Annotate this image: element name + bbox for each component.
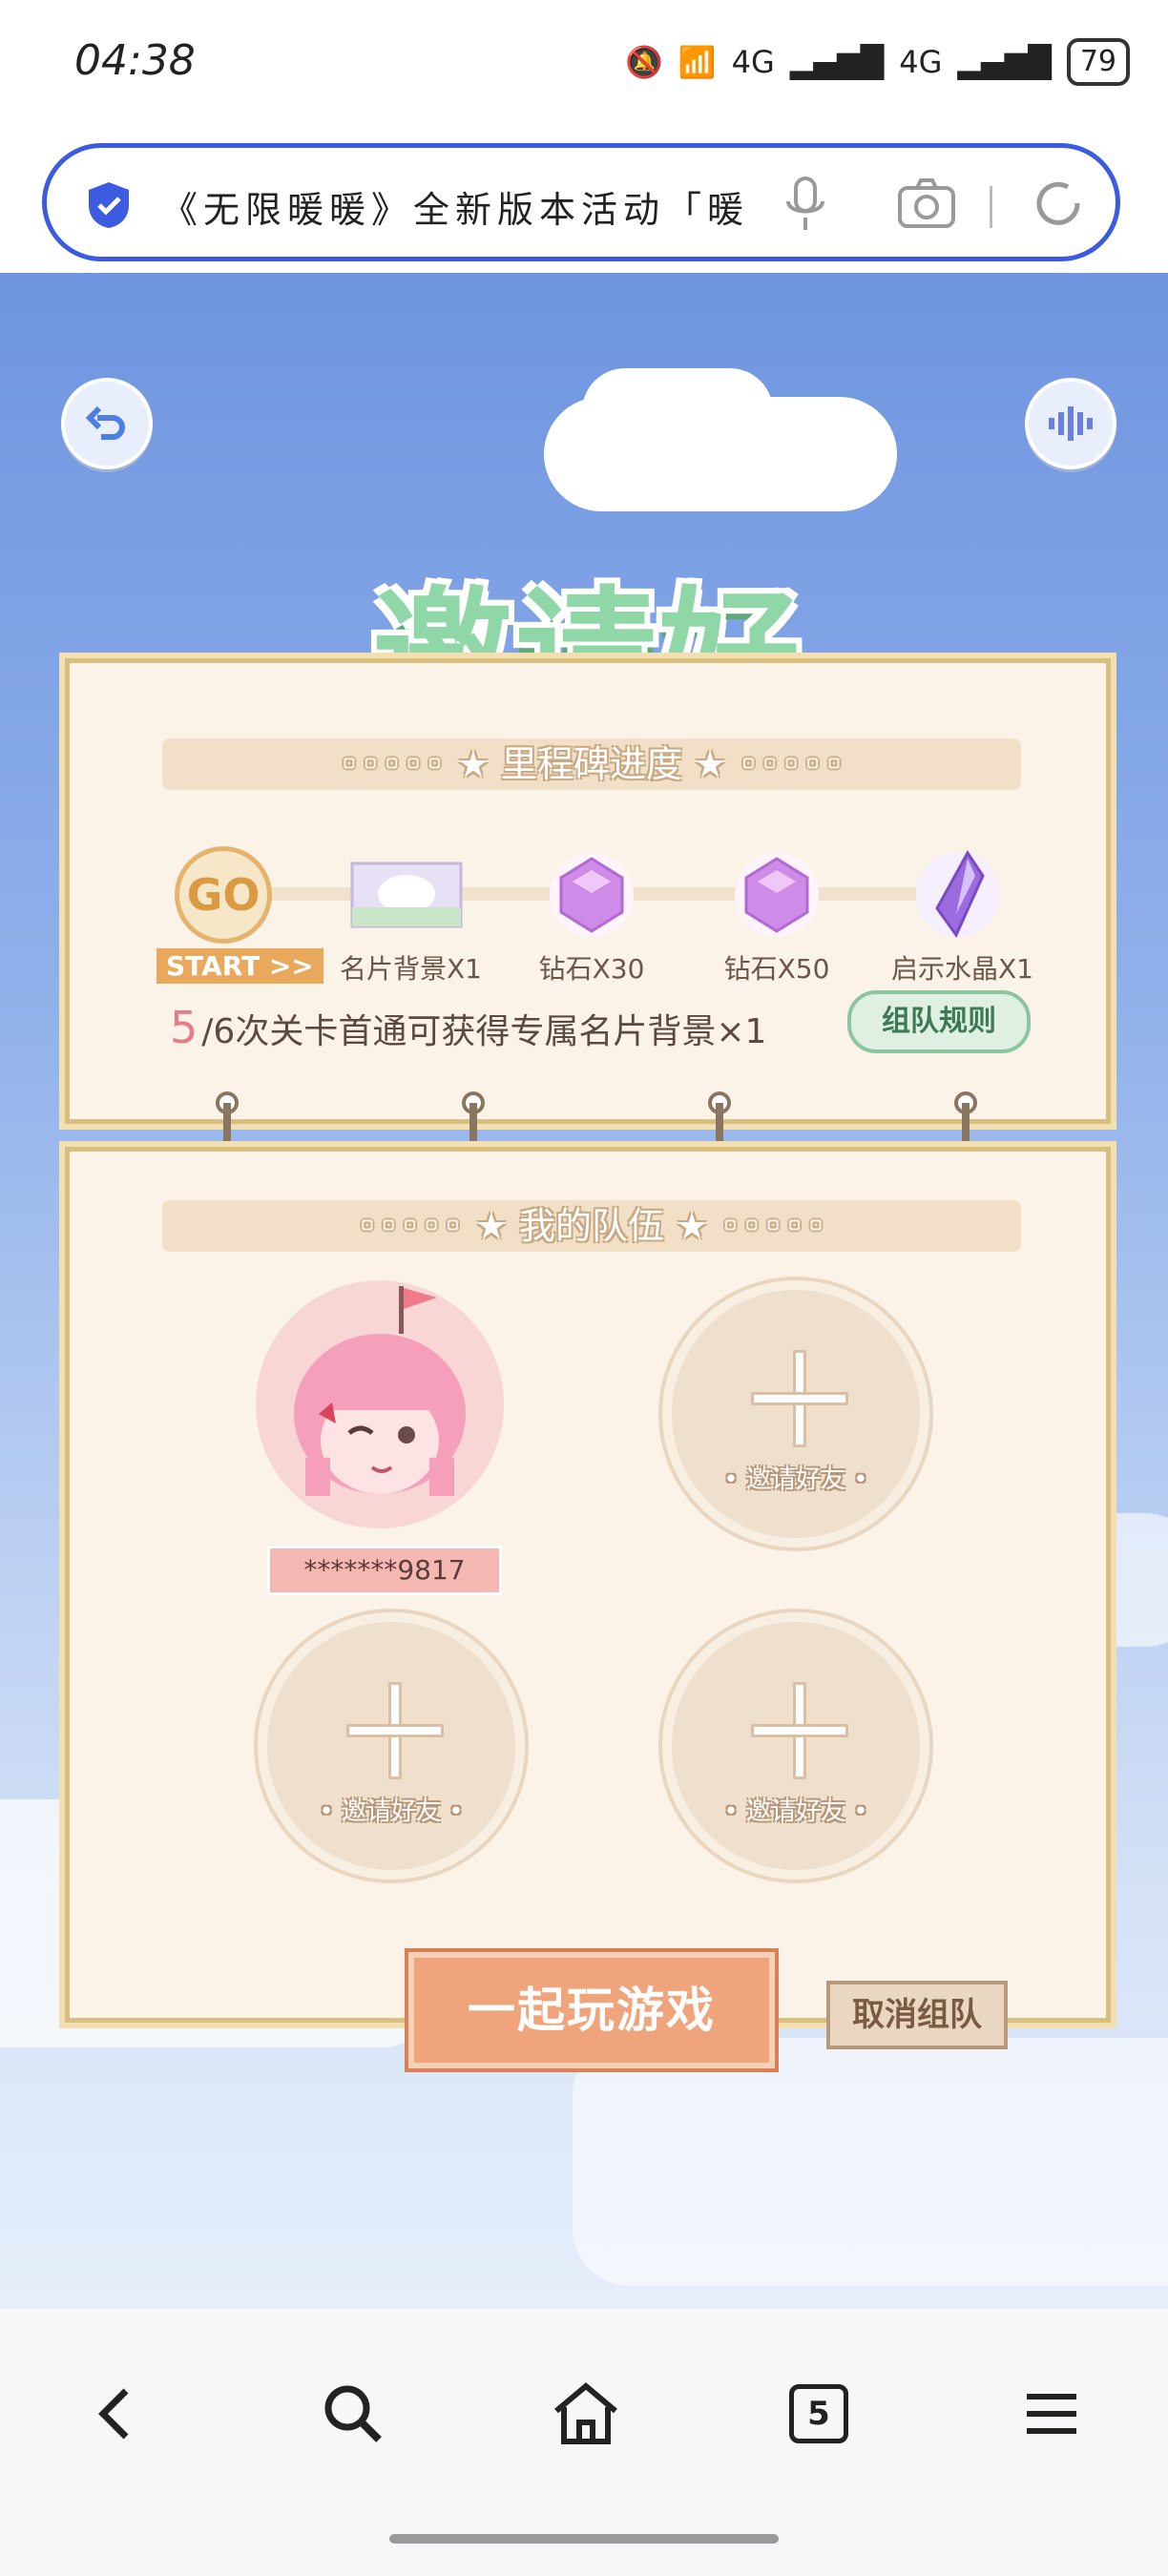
character-portrait-icon [294, 1286, 466, 1496]
search-button[interactable] [315, 2376, 391, 2452]
milestone-banner: ◦◦◦◦◦ ★ 里程碑进度 ★ ◦◦◦◦◦ [162, 738, 1021, 790]
diamond-icon [735, 853, 819, 937]
progress-text: 5/6次关卡首通可获得专属名片背景×1 [170, 1002, 766, 1053]
back-button[interactable] [61, 378, 153, 469]
invite-friend-slot[interactable]: • 邀请好友 • [258, 1612, 525, 1880]
signal-4g-label-1: 4G [731, 44, 775, 80]
progress-count: 5 [170, 1002, 198, 1053]
status-icons: 🔕 📶 4G ▂▄▆█ 4G ▂▄▆█ 79 [625, 38, 1130, 86]
microphone-icon[interactable] [782, 175, 829, 236]
plus-icon-bar [349, 1727, 441, 1735]
browser-toolbar: 5 [0, 2309, 1168, 2576]
plus-icon-bar [754, 1727, 845, 1735]
status-bar: 04:38 🔕 📶 4G ▂▄▆█ 4G ▂▄▆█ 79 [0, 0, 1168, 134]
menu-button[interactable] [1013, 2376, 1090, 2452]
team-member-name: *******9817 [267, 1546, 502, 1595]
status-time: 04:38 [74, 36, 196, 85]
card-background-icon [350, 862, 463, 928]
milestone-start-label: START >> [156, 948, 323, 984]
milestone-label: 启示水晶X1 [891, 953, 1033, 985]
cloud-decoration [582, 368, 773, 454]
wifi-icon: 📶 [678, 44, 717, 80]
invite-friend-label: • 邀请好友 • [723, 1465, 868, 1494]
signal-icon-2: ▂▄▆█ [957, 44, 1052, 80]
milestone-label: 名片背景X1 [340, 953, 482, 985]
milestone-crystal: 启示水晶X1 [891, 849, 1033, 987]
milestone-diamond-50: 钻石X50 [710, 849, 844, 987]
milestone-diamond-30: 钻石X30 [525, 849, 658, 987]
milestone-card-background: 名片背景X1 [340, 849, 482, 987]
play-together-button[interactable]: 一起玩游戏 [408, 1952, 775, 2068]
team-rules-button[interactable]: 组队规则 [847, 990, 1031, 1053]
cloud-decoration [573, 2038, 1168, 2286]
home-button[interactable] [548, 2376, 624, 2452]
milestone-label: 钻石X50 [723, 953, 830, 985]
address-bar-divider [990, 186, 992, 228]
address-bar[interactable]: 《无限暖暖》全新版本活动「暖 [42, 143, 1120, 261]
milestone-label: 钻石X30 [538, 953, 645, 985]
milestone-start: GO START >> [156, 846, 323, 984]
camera-icon[interactable] [896, 177, 957, 230]
url-text[interactable]: 《无限暖暖》全新版本活动「暖 [161, 180, 801, 234]
diamond-icon [550, 853, 634, 937]
invite-friend-slot[interactable]: • 邀请好友 • [662, 1612, 929, 1880]
progress-description: /6次关卡首通可获得专属名片背景×1 [201, 1012, 767, 1051]
back-nav-button[interactable] [76, 2376, 153, 2452]
audio-button[interactable] [1025, 378, 1116, 469]
mute-icon: 🔕 [624, 44, 663, 80]
cancel-team-button[interactable]: 取消组队 [826, 1981, 1008, 2049]
shield-icon [89, 182, 129, 228]
invite-friend-label: • 邀请好友 • [319, 1797, 464, 1826]
invite-friend-slot[interactable]: • 邀请好友 • [662, 1280, 929, 1548]
sound-wave-icon [1049, 406, 1093, 441]
team-banner: ◦◦◦◦◦ ★ 我的队伍 ★ ◦◦◦◦◦ [162, 1200, 1021, 1252]
tabs-button[interactable]: 5 [781, 2376, 857, 2452]
team-member-avatar[interactable] [256, 1280, 504, 1528]
chevron-left-icon [98, 2388, 129, 2440]
home-indicator[interactable] [389, 2534, 779, 2544]
tabs-count-icon: 5 [789, 2384, 848, 2443]
game-page: 邀请好友 ◦◦◦◦◦ ★ 里程碑进度 ★ ◦◦◦◦◦ GO START >> 名… [0, 273, 1168, 2309]
hamburger-menu-icon [1027, 2394, 1076, 2434]
battery-indicator: 79 [1066, 38, 1130, 86]
crystal-icon [916, 850, 1000, 938]
milestone-panel: ◦◦◦◦◦ ★ 里程碑进度 ★ ◦◦◦◦◦ GO START >> 名片背景X1… [59, 653, 1116, 1130]
team-panel: ◦◦◦◦◦ ★ 我的队伍 ★ ◦◦◦◦◦ [59, 1141, 1116, 2028]
home-icon [554, 2382, 617, 2444]
undo-arrow-icon [85, 405, 125, 440]
invite-friend-label: • 邀请好友 • [723, 1797, 868, 1826]
reload-icon[interactable] [1030, 175, 1087, 232]
signal-icon: ▂▄▆█ [789, 44, 885, 80]
search-icon [324, 2385, 382, 2442]
plus-icon-bar [754, 1395, 845, 1402]
go-icon: GO [175, 846, 272, 944]
signal-4g-label-2: 4G [899, 44, 943, 80]
